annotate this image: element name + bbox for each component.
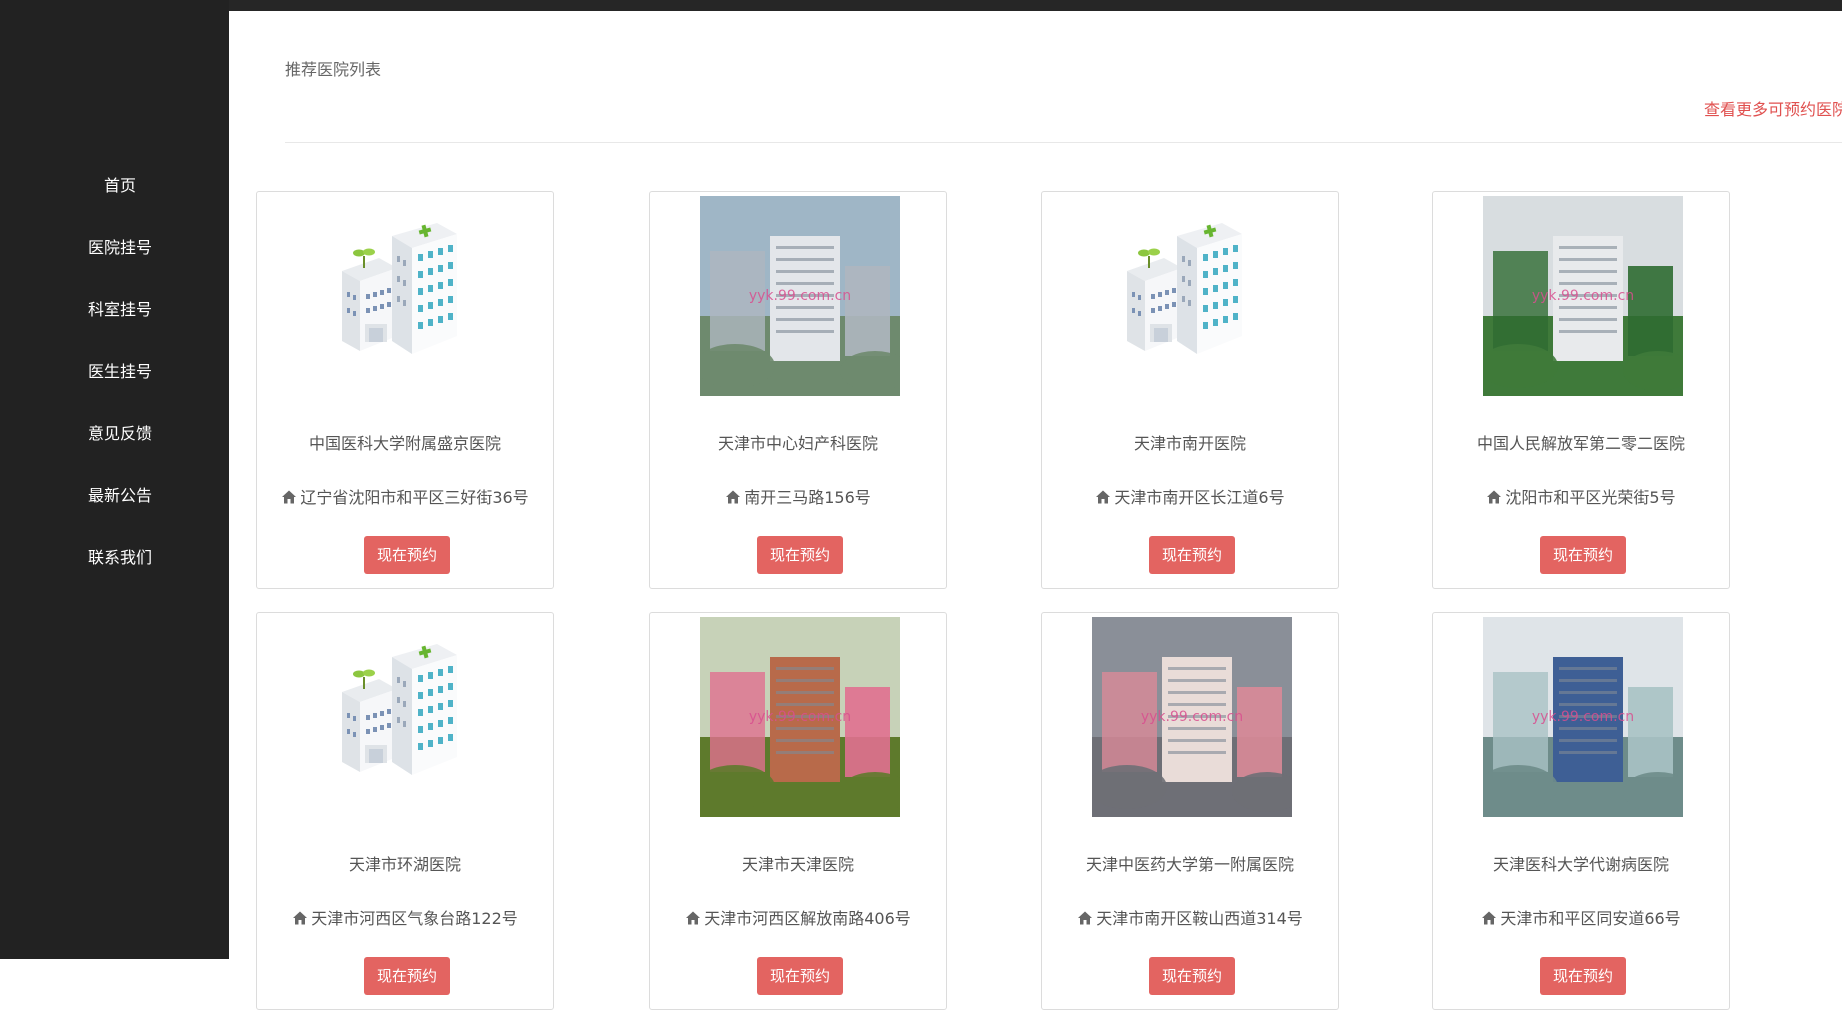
sidebar: 首页 医院挂号 科室挂号 医生挂号 意见反馈 最新公告 联系我们 — [0, 0, 229, 959]
hospital-address: 沈阳市和平区光荣街5号 — [1433, 484, 1729, 508]
book-now-button[interactable]: 现在预约 — [1540, 536, 1626, 574]
hospital-address-text: 天津市南开区鞍山西道314号 — [1096, 909, 1303, 928]
sidebar-item-contact[interactable]: 联系我们 — [0, 540, 240, 602]
hospital-name[interactable]: 天津医科大学代谢病医院 — [1433, 851, 1729, 875]
hospital-address-text: 辽宁省沈阳市和平区三好街36号 — [300, 488, 529, 507]
home-icon — [726, 490, 741, 504]
sidebar-nav: 首页 医院挂号 科室挂号 医生挂号 意见反馈 最新公告 联系我们 — [0, 168, 240, 602]
hospital-address: 天津市和平区同安道66号 — [1433, 905, 1729, 929]
hospital-photo[interactable]: yyk.99.com.cn — [1483, 617, 1683, 817]
book-now-button[interactable]: 现在预约 — [364, 536, 450, 574]
hospital-card: 天津市南开医院天津市南开区长江道6号现在预约 — [1041, 191, 1339, 589]
hospital-address-text: 南开三马路156号 — [744, 488, 871, 507]
book-now-button[interactable]: 现在预约 — [1149, 957, 1235, 995]
hospital-address: 天津市南开区鞍山西道314号 — [1042, 905, 1338, 929]
watermark-text: yyk.99.com.cn — [1532, 709, 1634, 725]
hospital-placeholder-icon[interactable] — [307, 196, 507, 396]
main-content: 推荐医院列表 查看更多可预约医院 中国医科大学附属盛京医院 辽宁省沈阳市和平区三… — [229, 11, 1842, 1010]
book-now-button[interactable]: 现在预约 — [364, 957, 450, 995]
hospital-card: yyk.99.com.cn 天津医科大学代谢病医院天津市和平区同安道66号现在预约 — [1432, 612, 1730, 1010]
hospital-placeholder-icon[interactable] — [307, 617, 507, 817]
home-icon — [282, 490, 297, 504]
hospital-placeholder-icon[interactable] — [1092, 196, 1292, 396]
hospital-address-text: 沈阳市和平区光荣街5号 — [1505, 488, 1676, 507]
book-now-button[interactable]: 现在预约 — [757, 536, 843, 574]
hospital-address: 天津市南开区长江道6号 — [1042, 484, 1338, 508]
hospital-card: yyk.99.com.cn 天津中医药大学第一附属医院天津市南开区鞍山西道314号… — [1041, 612, 1339, 1010]
hospital-address: 南开三马路156号 — [650, 484, 946, 508]
hospital-address: 天津市河西区气象台路122号 — [257, 905, 553, 929]
watermark-text: yyk.99.com.cn — [1532, 288, 1634, 304]
watermark-text: yyk.99.com.cn — [749, 288, 851, 304]
sidebar-item-feedback[interactable]: 意见反馈 — [0, 416, 240, 478]
page-title: 推荐医院列表 — [285, 60, 382, 79]
hospital-card: yyk.99.com.cn 中国人民解放军第二零二医院沈阳市和平区光荣街5号现在预… — [1432, 191, 1730, 589]
hospital-address-text: 天津市南开区长江道6号 — [1114, 488, 1285, 507]
hospital-address-text: 天津市河西区解放南路406号 — [704, 909, 911, 928]
hospital-photo[interactable]: yyk.99.com.cn — [1483, 196, 1683, 396]
watermark-text: yyk.99.com.cn — [749, 709, 851, 725]
hospital-card: 天津市环湖医院天津市河西区气象台路122号现在预约 — [256, 612, 554, 1010]
hospital-name[interactable]: 中国人民解放军第二零二医院 — [1433, 430, 1729, 454]
hospital-photo[interactable]: yyk.99.com.cn — [700, 617, 900, 817]
home-icon — [293, 911, 308, 925]
sidebar-item-hospital-registration[interactable]: 医院挂号 — [0, 230, 240, 292]
book-now-button[interactable]: 现在预约 — [1149, 536, 1235, 574]
hospital-card: yyk.99.com.cn 天津市中心妇产科医院南开三马路156号现在预约 — [649, 191, 947, 589]
hospital-name[interactable]: 天津中医药大学第一附属医院 — [1042, 851, 1338, 875]
book-now-button[interactable]: 现在预约 — [1540, 957, 1626, 995]
hospital-card: 中国医科大学附属盛京医院辽宁省沈阳市和平区三好街36号现在预约 — [256, 191, 554, 589]
hospital-name[interactable]: 中国医科大学附属盛京医院 — [257, 430, 553, 454]
book-now-button[interactable]: 现在预约 — [757, 957, 843, 995]
home-icon — [1096, 490, 1111, 504]
home-icon — [1487, 490, 1502, 504]
hospital-address: 天津市河西区解放南路406号 — [650, 905, 946, 929]
sidebar-item-department-registration[interactable]: 科室挂号 — [0, 292, 240, 354]
hospital-photo[interactable]: yyk.99.com.cn — [700, 196, 900, 396]
hospital-address: 辽宁省沈阳市和平区三好街36号 — [257, 484, 553, 508]
home-icon — [686, 911, 701, 925]
sidebar-item-home[interactable]: 首页 — [0, 168, 240, 230]
hospital-name[interactable]: 天津市环湖医院 — [257, 851, 553, 875]
home-icon — [1482, 911, 1497, 925]
top-bar — [0, 0, 1842, 11]
more-hospitals-link[interactable]: 查看更多可预约医院 — [1704, 96, 1842, 120]
hospital-photo[interactable]: yyk.99.com.cn — [1092, 617, 1292, 817]
home-icon — [1078, 911, 1093, 925]
hospital-name[interactable]: 天津市中心妇产科医院 — [650, 430, 946, 454]
hospital-name[interactable]: 天津市南开医院 — [1042, 430, 1338, 454]
hospital-card: yyk.99.com.cn 天津市天津医院天津市河西区解放南路406号现在预约 — [649, 612, 947, 1010]
hospital-name[interactable]: 天津市天津医院 — [650, 851, 946, 875]
sidebar-item-announcements[interactable]: 最新公告 — [0, 478, 240, 540]
sidebar-item-doctor-registration[interactable]: 医生挂号 — [0, 354, 240, 416]
hospital-address-text: 天津市和平区同安道66号 — [1500, 909, 1681, 928]
hospital-address-text: 天津市河西区气象台路122号 — [311, 909, 518, 928]
watermark-text: yyk.99.com.cn — [1141, 709, 1243, 725]
divider — [285, 142, 1842, 143]
